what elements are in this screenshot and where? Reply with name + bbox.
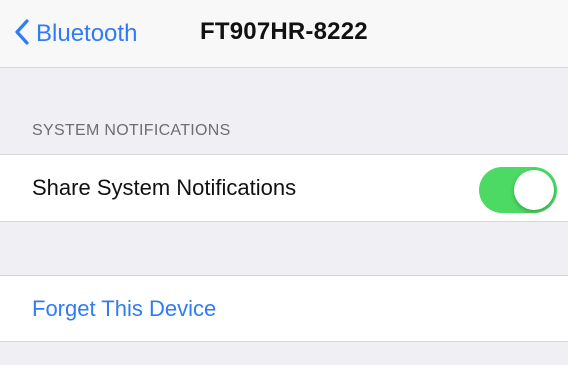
chevron-left-icon [14, 18, 36, 50]
forget-device-button[interactable]: Forget This Device [32, 296, 216, 322]
share-system-notifications-label: Share System Notifications [32, 175, 297, 200]
forget-device-row[interactable]: Forget This Device [0, 275, 568, 342]
section-header-system-notifications: SYSTEM NOTIFICATIONS [32, 122, 231, 139]
page-title: FT907HR-8222 [200, 18, 368, 45]
toggle-knob [514, 170, 554, 210]
back-button-label: Bluetooth [36, 20, 138, 47]
navigation-bar: Bluetooth FT907HR-8222 [0, 0, 568, 68]
back-button[interactable]: Bluetooth [14, 16, 137, 52]
share-system-notifications-row: Share System Notifications [0, 154, 568, 222]
share-system-notifications-toggle[interactable] [479, 167, 557, 213]
